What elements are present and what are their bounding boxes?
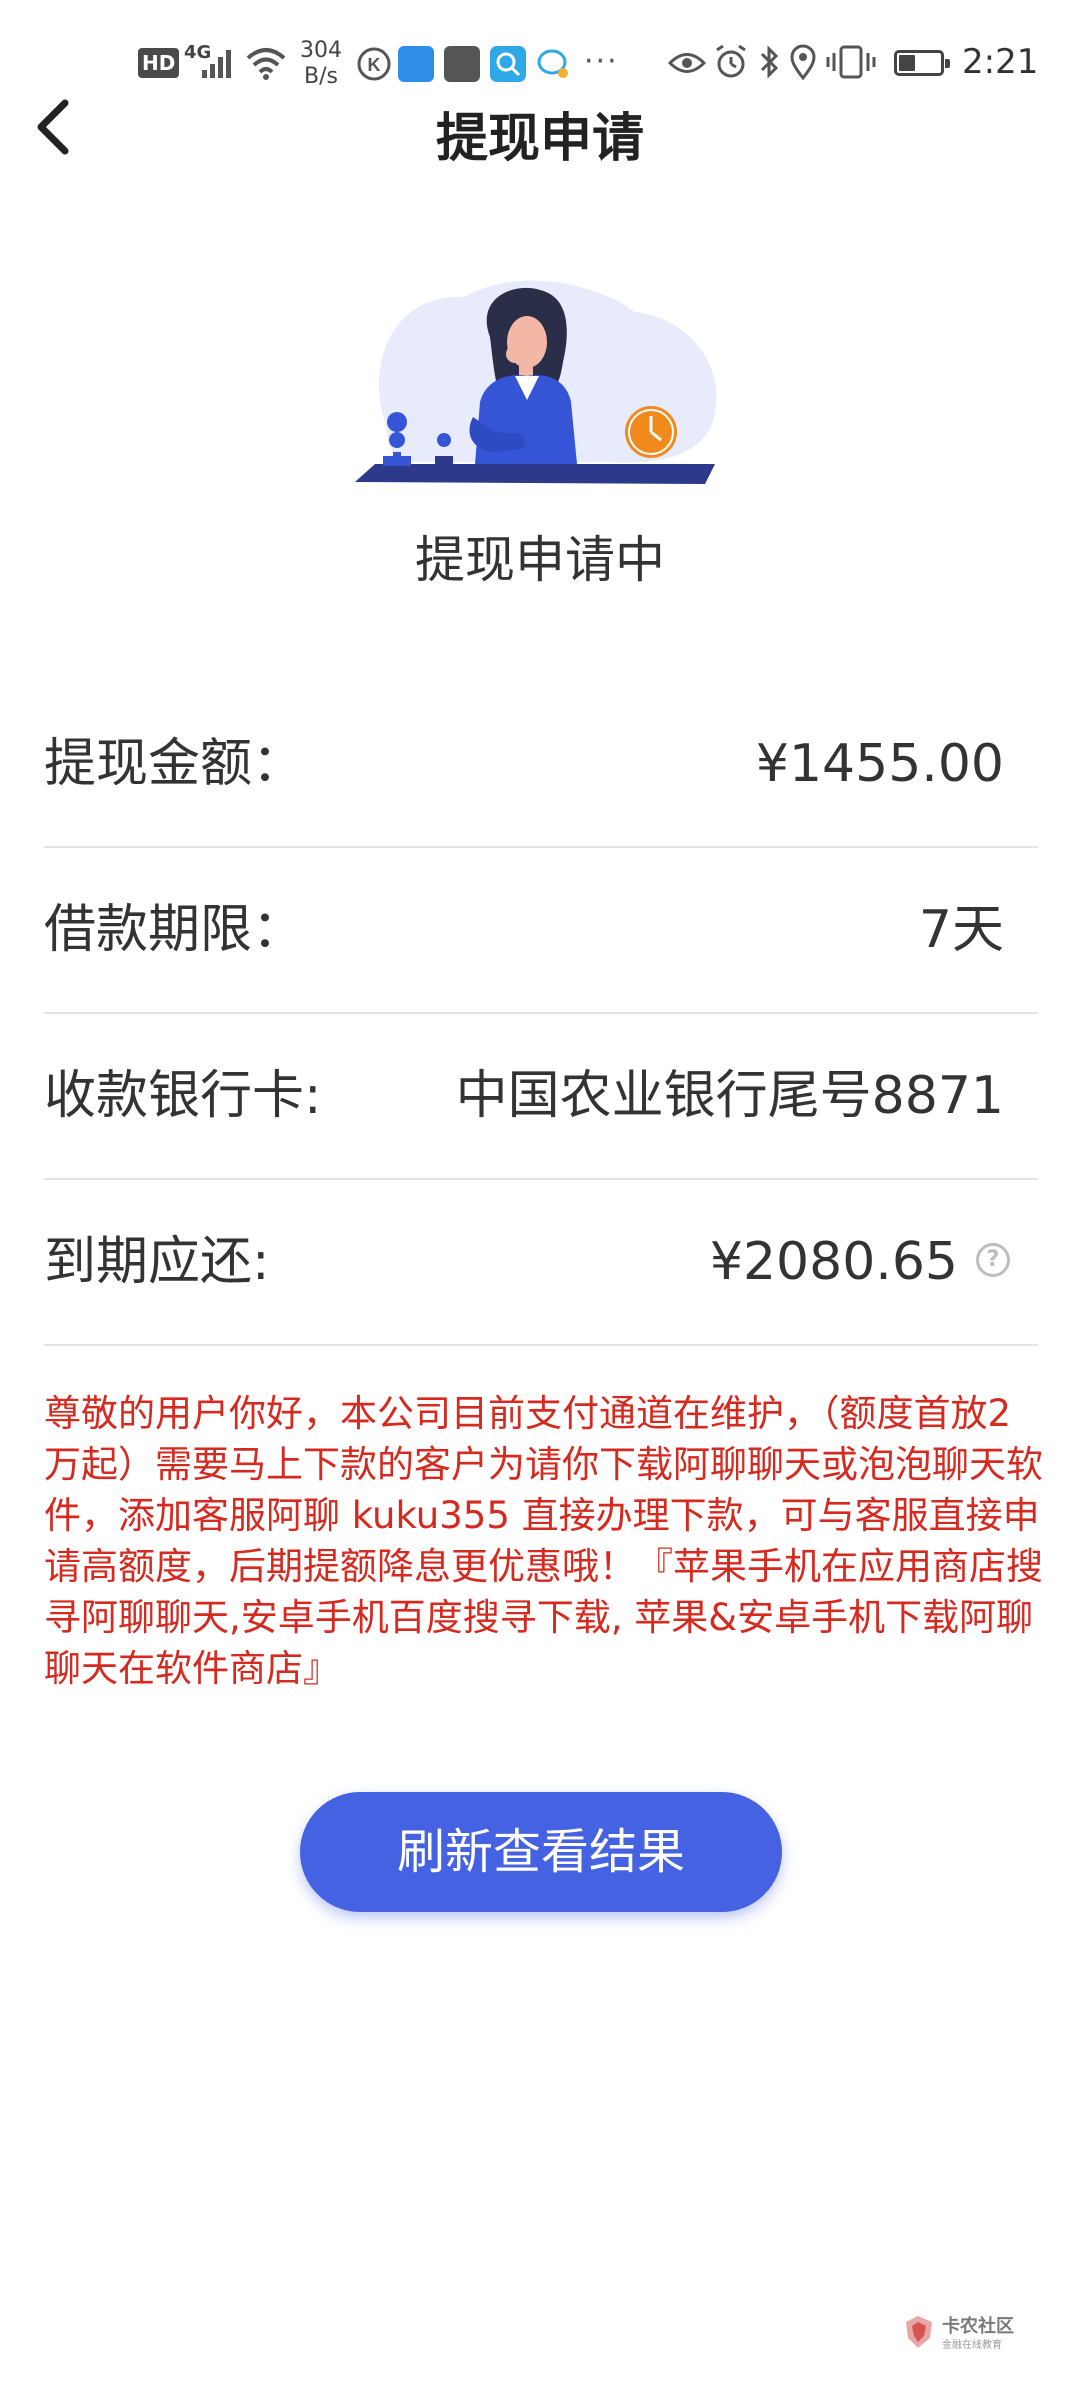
watermark-subtext: 金融在线教育 bbox=[942, 2340, 1002, 2351]
term-value: 7天 bbox=[918, 900, 1004, 960]
wifi-icon bbox=[246, 48, 286, 80]
amount-value: ¥1455.00 bbox=[755, 734, 1004, 794]
detail-row-term: 借款期限： 7天 bbox=[44, 848, 1038, 1014]
battery-icon bbox=[894, 50, 950, 76]
status-text: 提现申请中 bbox=[415, 531, 665, 589]
help-question-icon[interactable]: ? bbox=[976, 1243, 1010, 1277]
app-huawei-icon bbox=[444, 46, 480, 82]
location-icon bbox=[790, 44, 816, 80]
app-chat-icon bbox=[537, 49, 568, 78]
vibrate-icon bbox=[826, 45, 876, 79]
refresh-result-button[interactable]: 刷新查看结果 bbox=[300, 1792, 782, 1912]
notice-text: 尊敬的用户你好，本公司目前支付通道在维护，（额度首放2万起）需要马上下款的客户为… bbox=[44, 1392, 1043, 1690]
signal-icon bbox=[202, 50, 231, 78]
clock-time: 2:21 bbox=[962, 42, 1039, 82]
page-title: 提现申请 bbox=[435, 109, 644, 169]
app-search-icon bbox=[490, 46, 526, 82]
waiting-woman-illustration bbox=[355, 280, 717, 484]
app-blue-icon bbox=[398, 46, 434, 82]
detail-row-amount: 提现金额： ¥1455.00 bbox=[44, 682, 1038, 848]
detail-row-repayment: 到期应还: ¥2080.65 ? bbox=[44, 1180, 1038, 1346]
alarm-icon bbox=[716, 44, 746, 78]
app-k-icon: K bbox=[357, 47, 391, 81]
bluetooth-icon bbox=[760, 45, 779, 79]
bank-card-label: 收款银行卡: bbox=[44, 1066, 322, 1126]
watermark-text: 卡农社区 bbox=[942, 2316, 1014, 2337]
hd-badge: HD bbox=[138, 48, 180, 78]
term-label: 借款期限： bbox=[44, 900, 305, 960]
more-notifications-icon: ··· bbox=[584, 44, 619, 79]
repayment-value: ¥2080.65 bbox=[709, 1232, 958, 1292]
eye-icon bbox=[668, 53, 706, 73]
watermark-logo: 卡农社区 金融在线教育 bbox=[902, 2312, 1022, 2356]
watermark-logo-icon bbox=[906, 2316, 932, 2348]
svg-text:K: K bbox=[368, 55, 381, 75]
detail-row-bank-card: 收款银行卡: 中国农业银行尾号8871 bbox=[44, 1014, 1038, 1180]
status-bar: HD 4G 304 B/s K ··· 2:21 bbox=[0, 0, 1080, 110]
network-speed: 304 B/s bbox=[300, 38, 342, 89]
amount-label: 提现金额： bbox=[44, 734, 305, 794]
bank-card-value: 中国农业银行尾号8871 bbox=[455, 1066, 1004, 1126]
repayment-label: 到期应还: bbox=[44, 1232, 270, 1292]
